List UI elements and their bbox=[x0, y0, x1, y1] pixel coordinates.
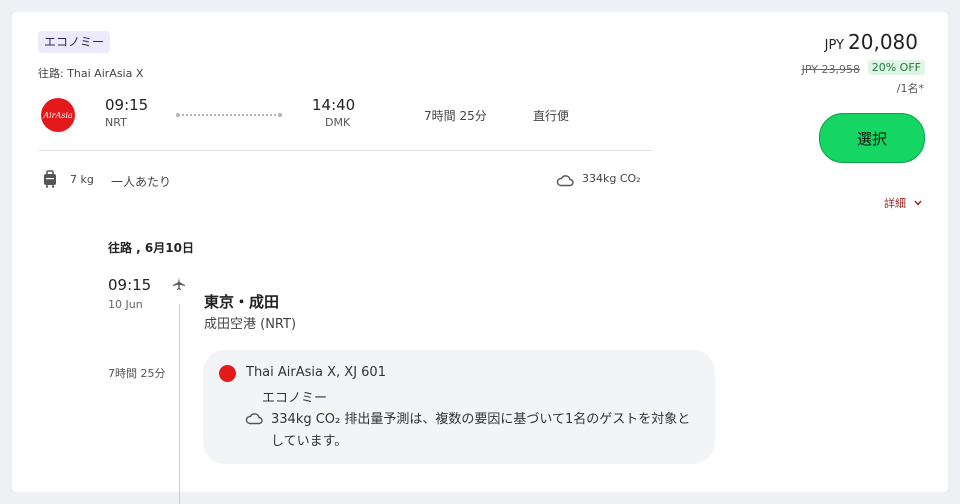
itinerary-departure-time: 09:15 bbox=[108, 276, 152, 294]
departure-airport: 成田空港 (NRT) bbox=[204, 317, 297, 332]
duration: 7時間 25分 bbox=[424, 109, 487, 123]
details-toggle[interactable]: 詳細 bbox=[884, 195, 922, 211]
cloud-icon bbox=[556, 172, 574, 187]
route-label: 往路: Thai AirAsia X bbox=[38, 67, 144, 80]
airline-logo-text: AirAsia bbox=[43, 110, 73, 120]
details-label: 詳細 bbox=[884, 197, 906, 210]
arrival-code: DMK bbox=[325, 116, 351, 129]
divider bbox=[38, 150, 652, 151]
co2-estimate-text: 334kg CO₂ 排出量予測は、複数の要因に基づいて1名のゲストを対象としてい… bbox=[271, 412, 691, 449]
airline-logo: AirAsia bbox=[41, 98, 75, 132]
departure-code: NRT bbox=[105, 116, 127, 129]
airline-mini-logo bbox=[219, 365, 236, 382]
baggage-weight: 7 kg bbox=[70, 173, 94, 186]
departure-time: 09:15 bbox=[105, 96, 149, 114]
original-price: JPY 23,958 bbox=[801, 63, 860, 76]
price-amount: 20,080 bbox=[848, 30, 918, 54]
flight-result-card: エコノミー 往路: Thai AirAsia X AirAsia 09:15 N… bbox=[12, 12, 948, 504]
itinerary-header: 往路 , 6月10日 bbox=[108, 241, 194, 255]
itinerary-departure-date: 10 Jun bbox=[108, 298, 143, 311]
price-currency: JPY bbox=[824, 38, 845, 53]
timeline-line bbox=[179, 304, 180, 504]
baggage-note: 一人あたり bbox=[111, 175, 172, 189]
luggage-icon bbox=[42, 170, 58, 188]
cloud-icon bbox=[245, 410, 263, 425]
chevron-down-icon bbox=[914, 200, 922, 206]
arrival-time: 14:40 bbox=[312, 96, 356, 114]
co2-summary: 334kg CO₂ bbox=[582, 172, 641, 185]
flight-number: Thai AirAsia X, XJ 601 bbox=[246, 365, 386, 380]
departure-city: 東京・成田 bbox=[204, 293, 280, 311]
price: JPY 20,080 bbox=[825, 30, 918, 54]
cabin-badge: エコノミー bbox=[38, 31, 111, 53]
segment-cabin: エコノミー bbox=[262, 391, 328, 406]
stops: 直行便 bbox=[533, 109, 570, 123]
plane-icon bbox=[172, 276, 186, 290]
flight-path-line bbox=[176, 113, 282, 117]
segment-duration: 7時間 25分 bbox=[108, 367, 166, 380]
discount-badge: 20% OFF bbox=[867, 60, 925, 75]
per-person-note: /1名* bbox=[896, 82, 924, 95]
select-button[interactable]: 選択 bbox=[819, 113, 925, 163]
